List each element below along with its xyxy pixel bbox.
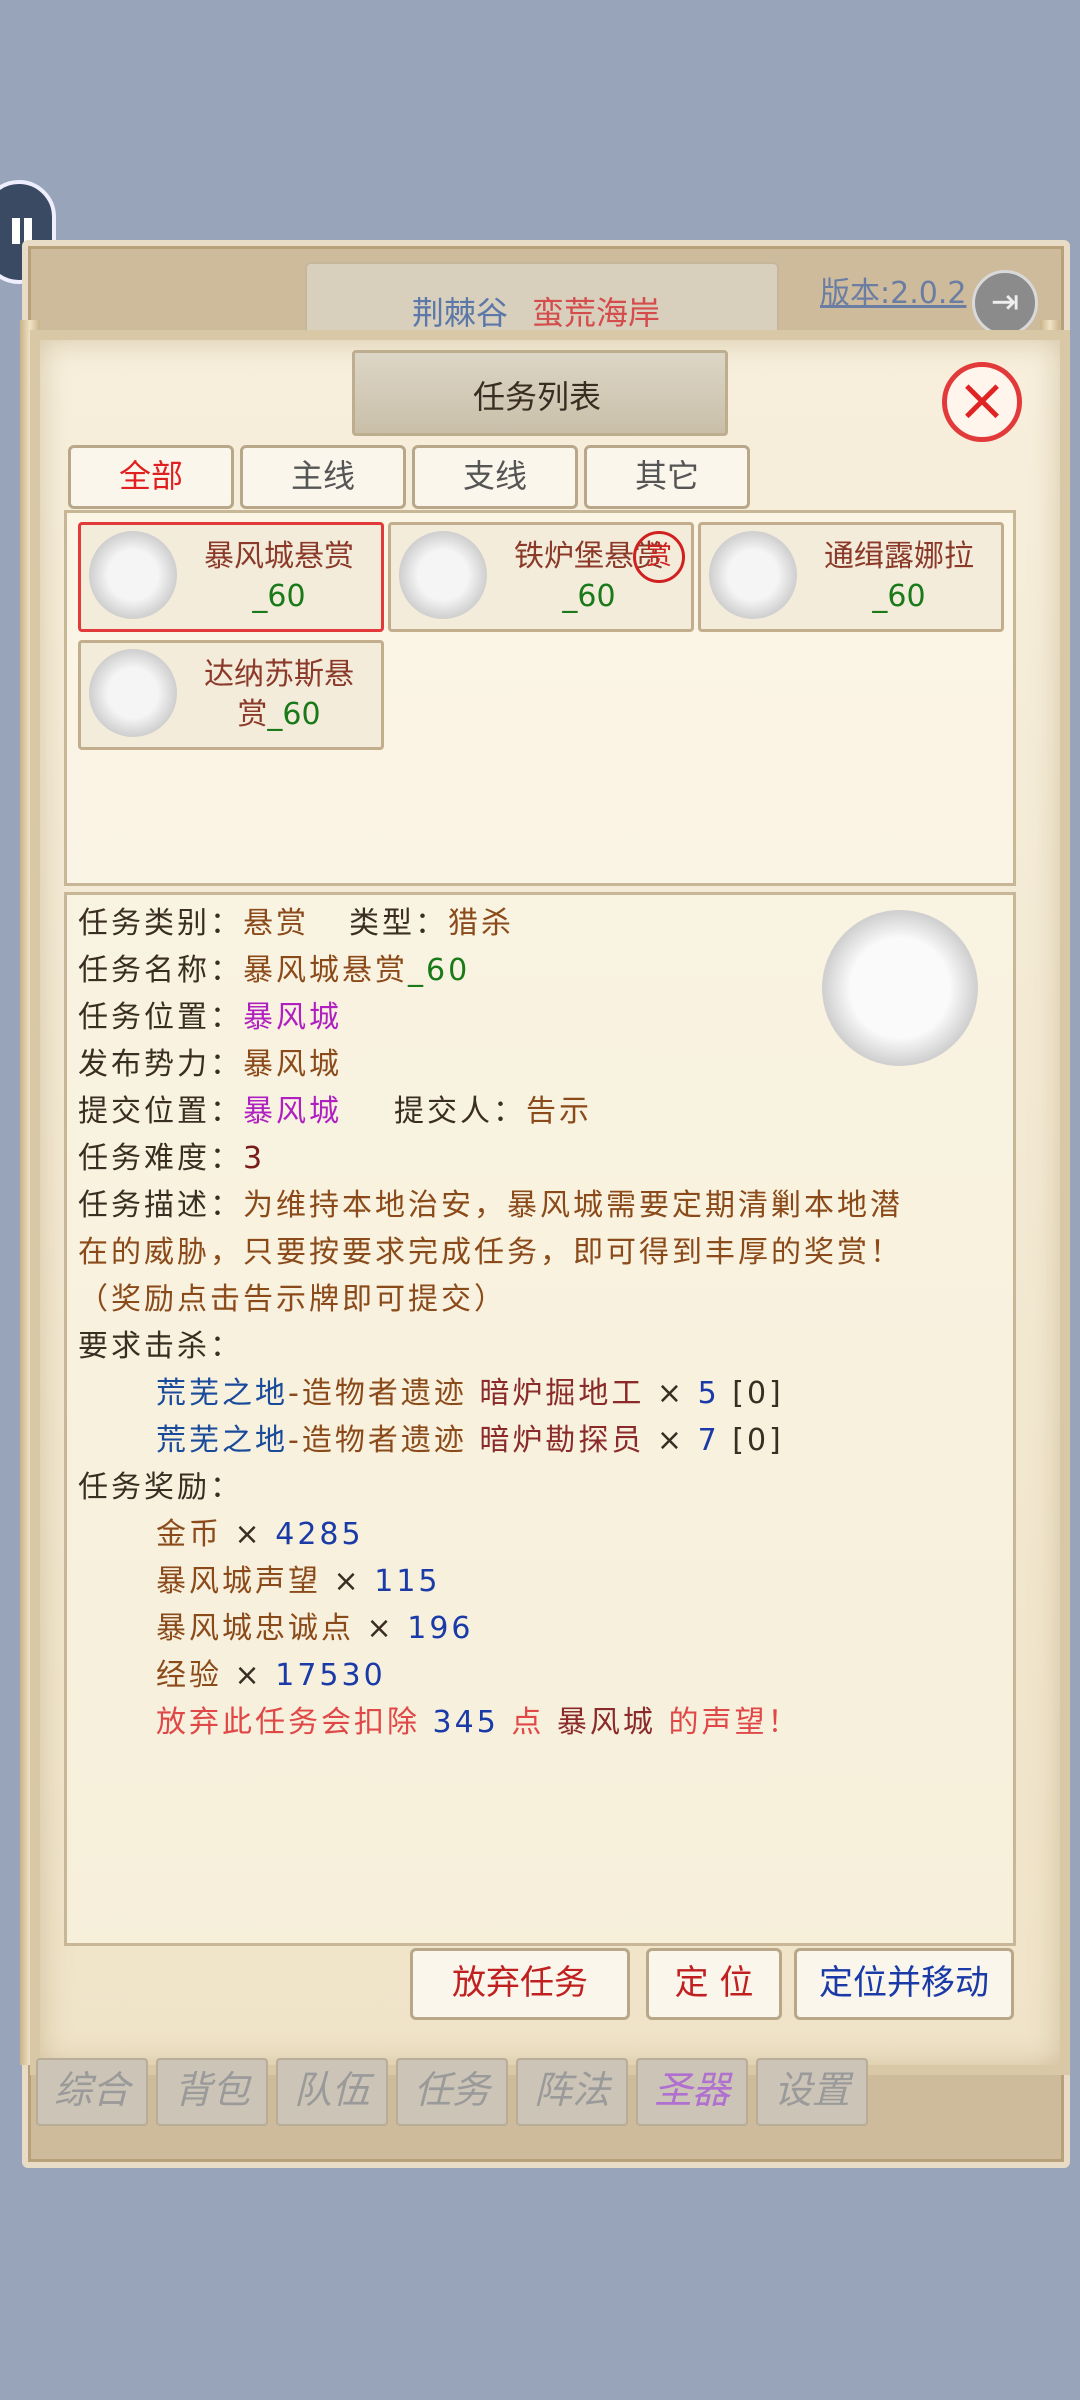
nav-team[interactable]: 队伍 bbox=[276, 2058, 388, 2126]
abandon-warning: 放弃此任务会扣除 345 点 暴风城 的声望！ bbox=[156, 1705, 801, 1740]
reward-item: 金币 × 4285 bbox=[156, 1517, 364, 1552]
bounty-stamp: 赏 bbox=[633, 531, 685, 583]
kill-requirement: 荒芜之地-造物者遗迹 暗炉勘探员 × 7 [0] bbox=[156, 1423, 784, 1458]
nav-formation[interactable]: 阵法 bbox=[516, 2058, 628, 2126]
detail-description-cont: 在的威胁，只要按要求完成任务，即可得到丰厚的奖赏！ bbox=[78, 1235, 903, 1270]
detail-category: 任务类别：悬赏 类型：猎杀 bbox=[78, 906, 514, 941]
quest-level: _60 bbox=[252, 579, 306, 614]
quest-level: _60 bbox=[872, 579, 926, 614]
abandon-quest-button[interactable]: 放弃任务 bbox=[410, 1948, 630, 2020]
location-secondary[interactable]: 蛮荒海岸 bbox=[532, 288, 660, 334]
detail-difficulty: 任务难度：3 bbox=[78, 1141, 266, 1176]
tab-other[interactable]: 其它 bbox=[584, 445, 750, 509]
pause-icon bbox=[12, 218, 20, 244]
nav-relic[interactable]: 圣器 bbox=[636, 2058, 748, 2126]
detail-reward-label: 任务奖励： bbox=[78, 1470, 243, 1505]
bounty-board-icon bbox=[822, 910, 978, 1066]
nav-settings[interactable]: 设置 bbox=[756, 2058, 868, 2126]
quest-name: 达纳苏斯悬 bbox=[204, 657, 354, 692]
quest-name: 通缉露娜拉 bbox=[824, 539, 974, 574]
tab-main[interactable]: 主线 bbox=[240, 445, 406, 509]
kill-requirement: 荒芜之地-造物者遗迹 暗炉掘地工 × 5 [0] bbox=[156, 1376, 784, 1411]
tab-side[interactable]: 支线 bbox=[412, 445, 578, 509]
detail-description: 任务描述：为维持本地治安，暴风城需要定期清剿本地潜 bbox=[78, 1188, 903, 1223]
dialog-title: 任务列表 bbox=[472, 378, 601, 416]
reward-item: 暴风城声望 × 115 bbox=[156, 1564, 441, 1599]
nav-general[interactable]: 综合 bbox=[36, 2058, 148, 2126]
reward-item: 经验 × 17530 bbox=[156, 1658, 386, 1693]
quest-card[interactable]: 通缉露娜拉 _60 bbox=[698, 522, 1004, 632]
bounty-board-icon bbox=[89, 649, 177, 737]
tab-all[interactable]: 全部 bbox=[68, 445, 234, 509]
locate-and-move-button[interactable]: 定位并移动 bbox=[794, 1948, 1014, 2020]
detail-description-note: （奖励点击告示牌即可提交） bbox=[78, 1282, 507, 1317]
version-link[interactable]: 版本:2.0.2 bbox=[820, 268, 966, 312]
detail-submit: 提交位置：暴风城 提交人：告示 bbox=[78, 1094, 592, 1129]
locate-button[interactable]: 定 位 bbox=[646, 1948, 782, 2020]
exit-icon[interactable]: ⇥ bbox=[972, 270, 1038, 336]
quest-level: 赏_60 bbox=[237, 697, 321, 732]
night-elf-icon bbox=[709, 531, 797, 619]
bounty-board-icon bbox=[399, 531, 487, 619]
close-icon[interactable]: × bbox=[942, 362, 1022, 442]
detail-name: 任务名称：暴风城悬赏_60 bbox=[78, 953, 471, 988]
nav-quest[interactable]: 任务 bbox=[396, 2058, 508, 2126]
quest-card[interactable]: 暴风城悬赏 _60 bbox=[78, 522, 384, 632]
detail-position: 任务位置：暴风城 bbox=[78, 1000, 342, 1035]
detail-faction: 发布势力：暴风城 bbox=[78, 1047, 342, 1082]
location-current[interactable]: 荆棘谷 bbox=[412, 288, 508, 334]
nav-bag[interactable]: 背包 bbox=[156, 2058, 268, 2126]
quest-card[interactable]: 达纳苏斯悬 赏_60 bbox=[78, 640, 384, 750]
reward-item: 暴风城忠诚点 × 196 bbox=[156, 1611, 474, 1646]
detail-kill-label: 要求击杀： bbox=[78, 1329, 243, 1364]
quest-name: 暴风城悬赏 bbox=[204, 539, 354, 574]
bounty-board-icon bbox=[89, 531, 177, 619]
quest-card[interactable]: 铁炉堡悬赏 _60 赏 bbox=[388, 522, 694, 632]
quest-level: _60 bbox=[562, 579, 616, 614]
